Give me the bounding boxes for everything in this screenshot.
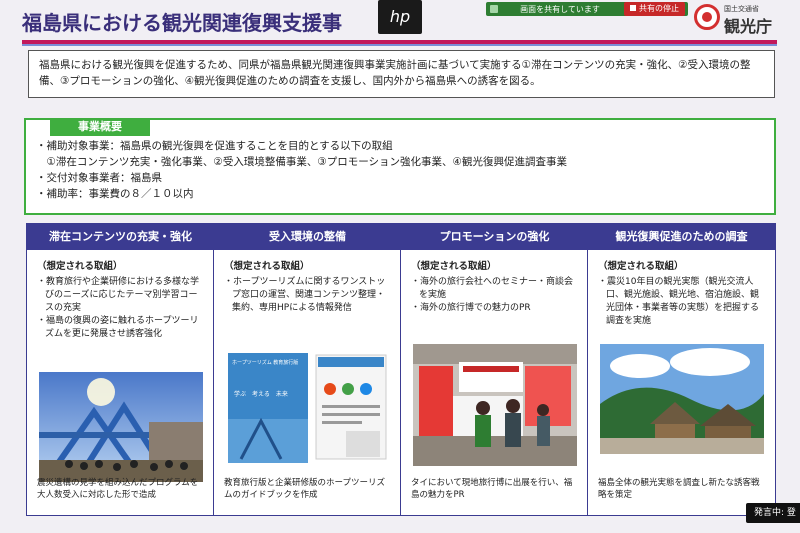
column-header: 観光復興促進のための調査 (588, 224, 775, 250)
stop-share-label: 共有の停止 (639, 4, 679, 13)
column-item: ・福島の復興の姿に触れるホープツーリズムを更に発展させ誘客強化 (37, 316, 199, 339)
column-header: 滞在コンテンツの充実・強化 (27, 224, 214, 250)
title-underline-secondary (22, 44, 777, 46)
column-item: ・海外の旅行会社へのセミナー・商談会を実施 (411, 277, 574, 300)
overview-list: ・補助対象事業：福島県の観光復興を促進することを目的とする以下の取組 ①滞在コン… (36, 138, 764, 202)
column-reception: 受入環境の整備 （想定される取組） ・ホープツーリズムに関するワンストップ窓口の… (213, 223, 402, 516)
slide-title: 福島県における観光関連復興支援事 (22, 11, 342, 35)
column-items: ・教育旅行や企業研修における多様な学びのニーズに応じたテーマ別学習コースの充実 … (37, 276, 206, 341)
overview-label: 事業概要 (50, 118, 150, 136)
village-photo (600, 344, 764, 454)
column-items: ・ホープツーリズムに関するワンストップ窓口の運営、関連コンテンツ整理・集約、専用… (224, 276, 393, 315)
intro-text: 福島県における観光復興を促進するため、同県が福島県観光関連復興事業実施計画に基づ… (39, 59, 751, 87)
presentation-slide: 福島県における観光関連復興支援事 hp 画面を共有しています 共有の停止 国土交… (0, 0, 800, 533)
column-item: ・ホープツーリズムに関するワンストップ窓口の運営、関連コンテンツ整理・集約、専用… (224, 277, 386, 313)
column-promotion: プロモーションの強化 （想定される取組） ・海外の旅行会社へのセミナー・商談会を… (400, 223, 589, 516)
hp-logo-icon: hp (378, 0, 422, 34)
column-item: ・震災10年目の観光実態（観光交流人口、観光施設、観光地、宿泊施設、観光団体・事… (598, 277, 760, 326)
column-items: ・海外の旅行会社へのセミナー・商談会を実施 ・海外の旅行博での魅力のPR (411, 276, 580, 315)
column-item: ・教育旅行や企業研修における多様な学びのニーズに応じたテーマ別学習コースの充実 (37, 277, 200, 313)
column-subheading: （想定される取組） (37, 261, 123, 272)
bridge-photo (39, 372, 203, 482)
column-caption: 震災遺構の見学を組み込んだプログラムを大人数受入に対応した形で造成 (37, 478, 199, 500)
column-items: ・震災10年目の観光実態（観光交流人口、観光施設、観光地、宿泊施設、観光団体・事… (598, 276, 767, 328)
stop-share-button[interactable]: 共有の停止 (624, 2, 685, 16)
column-caption: 教育旅行版と企業研修版のホープツーリズムのガイドブックを作成 (224, 478, 385, 500)
intro-box: 福島県における観光復興を促進するため、同県が福島県観光関連復興事業実施計画に基づ… (28, 50, 775, 98)
column-caption: タイにおいて現地旅行博に出展を行い、福島の魅力をPR (411, 478, 573, 500)
column-header: 受入環境の整備 (214, 224, 401, 250)
column-subheading: （想定される取組） (598, 261, 684, 272)
booklet-title: ホープツーリズム 教育旅行版 (232, 360, 299, 366)
booklet-subtitle: 学ぶ 考える 未来 (234, 391, 288, 398)
ministry-logo-icon (694, 4, 720, 30)
column-item: ・海外の旅行博での魅力のPR (411, 303, 531, 313)
column-survey: 観光復興促進のための調査 （想定される取組） ・震災10年目の観光実態（観光交流… (587, 223, 776, 516)
overview-line: ・補助対象事業：福島県の観光復興を促進することを目的とする以下の取組 (36, 140, 393, 152)
column-header: プロモーションの強化 (401, 224, 588, 250)
column-subheading: （想定される取組） (411, 261, 497, 272)
screen-share-bar: 画面を共有しています 共有の停止 (486, 2, 688, 16)
overview-line: ①滞在コンテンツ充実・強化事業、②受入環境整備事業、③プロモーション強化事業、④… (36, 156, 567, 168)
column-stay-content: 滞在コンテンツの充実・強化 （想定される取組） ・教育旅行や企業研修における多様… (26, 223, 215, 516)
share-status-text: 画面を共有しています (520, 4, 600, 14)
share-indicator-icon (490, 5, 498, 13)
ministry-name: 観光庁 (724, 17, 773, 36)
column-subheading: （想定される取組） (224, 261, 310, 272)
overview-line: ・補助率：事業費の８／１０以内 (36, 188, 194, 200)
stop-icon (630, 5, 636, 11)
overview-box: 事業概要 ・補助対象事業：福島県の観光復興を促進することを目的とする以下の取組 … (24, 118, 776, 215)
travel-fair-photo (413, 344, 577, 466)
column-caption: 福島全体の観光実態を調査し新たな誘客戦略を策定 (598, 478, 760, 500)
guidebook-image: ホープツーリズム 教育旅行版 学ぶ 考える 未来 (226, 349, 390, 467)
overview-line: ・交付対象事業者：福島県 (36, 172, 162, 184)
speaking-indicator: 発言中: 登 (746, 503, 800, 523)
